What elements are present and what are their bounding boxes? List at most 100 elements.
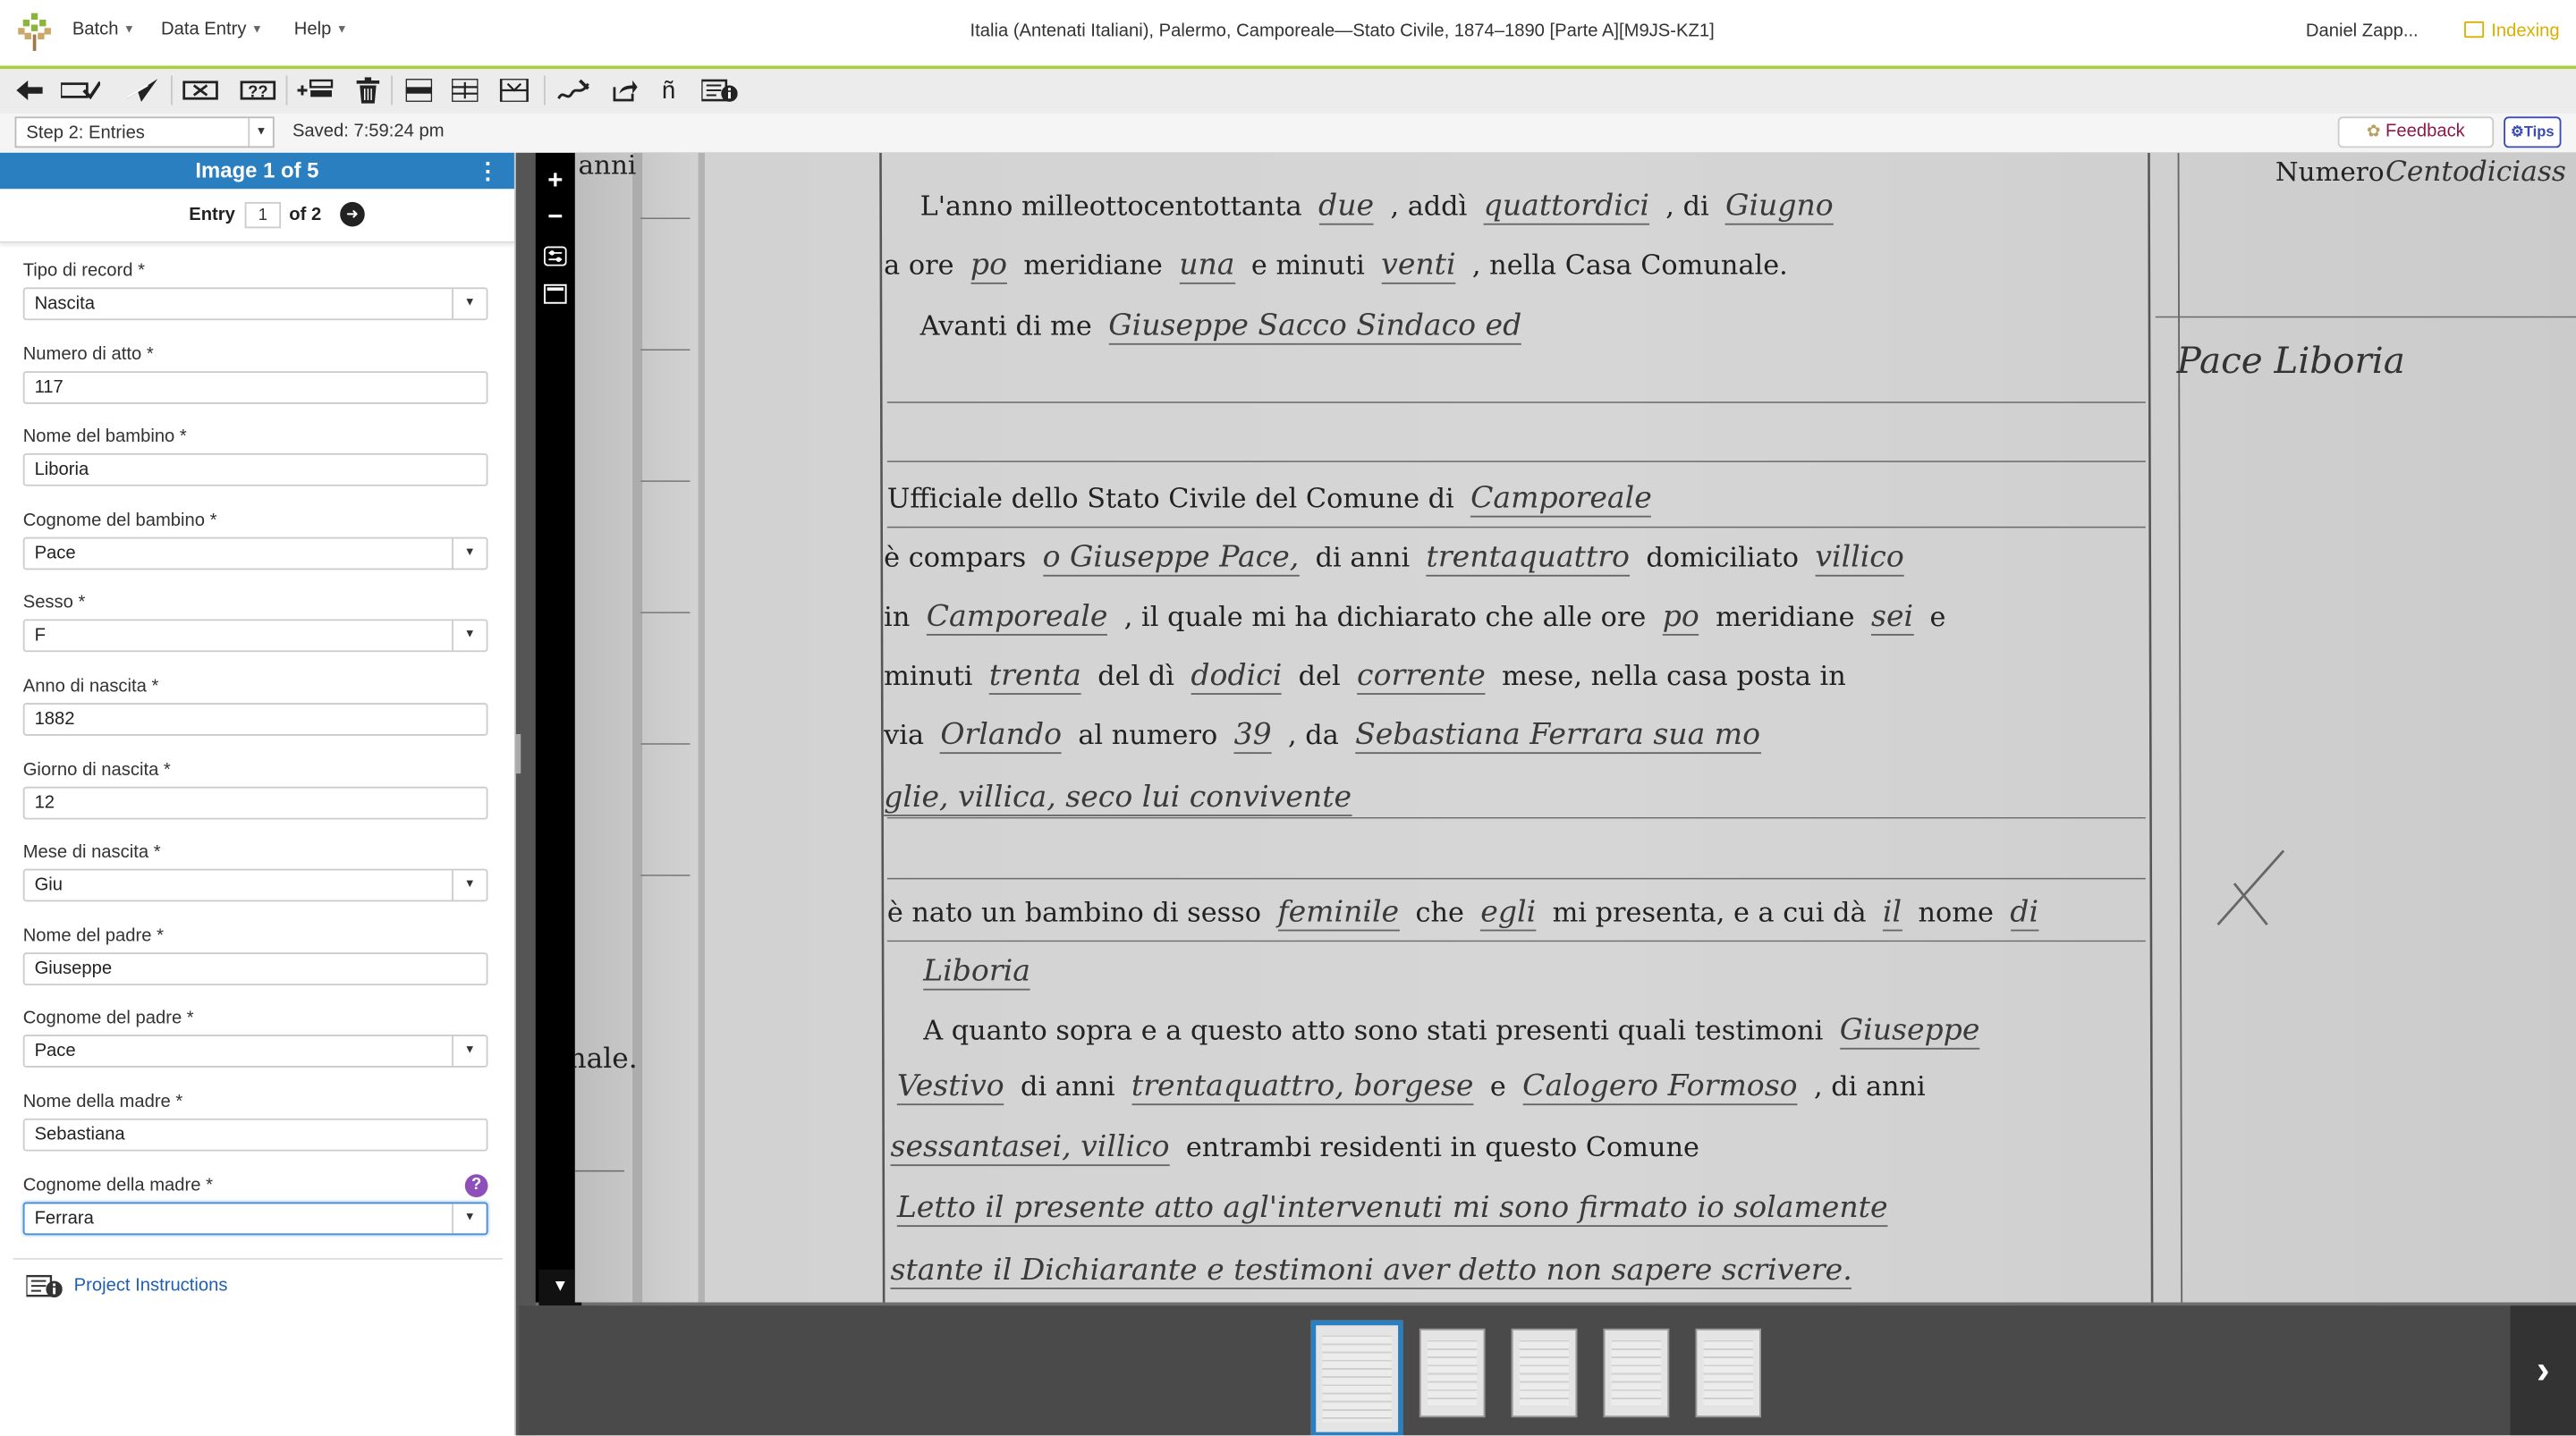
- field-input[interactable]: Ferrara ▼: [22, 1201, 488, 1235]
- insert-row-above-icon[interactable]: [401, 74, 436, 107]
- chevron-down-icon[interactable]: ▼: [452, 1203, 487, 1233]
- handwritten-text: di: [2010, 895, 2039, 932]
- field-input[interactable]: Pace ▼: [22, 1035, 488, 1069]
- zoom-out-icon[interactable]: −: [538, 202, 572, 235]
- field-input[interactable]: Liboria: [22, 453, 488, 487]
- instructions-icon[interactable]: [25, 1274, 63, 1302]
- printed-text: di anni: [1315, 542, 1411, 574]
- field-input[interactable]: Giuseppe: [22, 951, 488, 985]
- image-thumbnail[interactable]: [1695, 1328, 1761, 1418]
- chevron-down-icon[interactable]: ▼: [452, 289, 487, 319]
- step-select[interactable]: Step 2: Entries ▼: [14, 116, 275, 148]
- handwritten-text: Giuseppe: [1839, 1013, 1980, 1050]
- document-line: Avanti di me Giuseppe Sacco Sindaco ed: [920, 308, 1538, 345]
- printed-text: e: [1929, 601, 1946, 633]
- handwritten-text: Camporeale: [926, 599, 1108, 636]
- toolbar: ?? ñ: [0, 69, 2576, 115]
- zoom-controls: + −: [535, 152, 575, 1303]
- field-input[interactable]: 12: [22, 786, 488, 819]
- chevron-down-icon[interactable]: ▼: [452, 538, 487, 569]
- handwritten-text: villico: [1815, 540, 1904, 577]
- menu-help[interactable]: Help ▼: [294, 20, 348, 39]
- menu-batch-label: Batch: [72, 20, 119, 40]
- handwritten-text: dodici: [1191, 658, 1283, 695]
- trash-icon[interactable]: [350, 74, 386, 107]
- printed-text: e: [1489, 1070, 1506, 1102]
- chevron-down-icon[interactable]: ▼: [452, 621, 487, 652]
- handwritten-text: corrente: [1357, 658, 1486, 695]
- document-image: anni nale. diata Numero Centodiciass Pac…: [574, 152, 2576, 1303]
- feedback-button[interactable]: ✿ Feedback: [2337, 116, 2495, 148]
- next-entry-arrow-icon[interactable]: ➜: [340, 201, 365, 227]
- merge-rows-icon[interactable]: [447, 74, 483, 107]
- field-label: Nome del padre *: [22, 925, 164, 946]
- document-line: Letto il presente atto agl'intervenuti m…: [896, 1190, 1904, 1228]
- signature-icon[interactable]: [555, 74, 591, 107]
- image-thumbnail[interactable]: [1603, 1328, 1670, 1418]
- field-label: Nome della madre *: [22, 1092, 183, 1112]
- field-value: 12: [34, 792, 55, 813]
- menu-data-entry[interactable]: Data Entry ▼: [161, 20, 263, 39]
- image-thumbnail[interactable]: [1310, 1320, 1403, 1436]
- keyboard-check-icon[interactable]: [57, 74, 103, 107]
- field-input[interactable]: 117: [22, 370, 488, 404]
- menu-batch[interactable]: Batch ▼: [72, 20, 135, 39]
- share-icon[interactable]: [606, 74, 642, 107]
- handwritten-text: quattordici: [1483, 189, 1649, 225]
- printed-text: al numero: [1078, 719, 1218, 751]
- handwritten-text: sei: [1870, 599, 1914, 636]
- tips-button[interactable]: ⚙Tips: [2504, 116, 2562, 148]
- feedback-label: Feedback: [2385, 121, 2465, 141]
- handwritten-text: trentaquattro, borgese: [1131, 1069, 1474, 1106]
- field-label: Sesso *: [22, 593, 86, 613]
- zoom-in-icon[interactable]: +: [538, 166, 572, 199]
- n-tilde-icon[interactable]: ñ: [650, 74, 686, 107]
- image-viewer[interactable]: + − ▼ anni nale. Numero Centodiciass Pac…: [515, 152, 2576, 1436]
- chevron-down-icon[interactable]: ▼: [452, 1036, 487, 1067]
- fit-to-window-icon[interactable]: [538, 281, 572, 314]
- printed-text: nome: [1918, 896, 1994, 928]
- field-help-question-icon[interactable]: ?: [464, 1174, 488, 1197]
- document-line: è nato un bambino di sesso feminile che egl…: [887, 895, 2055, 932]
- submit-plane-icon[interactable]: [122, 74, 161, 107]
- printed-text: di anni: [1021, 1070, 1115, 1102]
- field-label: Giorno di nascita *: [22, 759, 171, 780]
- printed-text: via: [884, 719, 925, 751]
- familysearch-tree-logo[interactable]: [16, 12, 52, 55]
- field-value: Ferrara: [34, 1208, 94, 1229]
- blank-entry-icon[interactable]: [181, 74, 220, 107]
- chevron-down-icon[interactable]: ▼: [452, 870, 487, 900]
- handwritten-text: glie, villica, seco lui convivente: [884, 780, 1352, 816]
- image-thumbnail[interactable]: [1511, 1328, 1578, 1418]
- more-options-icon[interactable]: ⋮: [477, 159, 500, 182]
- field-help-icon[interactable]: [699, 74, 739, 107]
- filmstrip-next-chevron-icon[interactable]: ›: [2510, 1305, 2576, 1436]
- handwritten-text: Vestivo: [896, 1069, 1004, 1106]
- entry-label: Entry: [189, 205, 235, 225]
- project-instructions-link[interactable]: Project Instructions: [74, 1276, 228, 1296]
- entry-number-input[interactable]: 1: [244, 201, 282, 229]
- resize-handle[interactable]: [515, 734, 521, 774]
- field-input[interactable]: 1882: [22, 703, 488, 736]
- image-thumbnail[interactable]: [1419, 1328, 1486, 1418]
- split-rows-icon[interactable]: [496, 74, 532, 107]
- field-input[interactable]: Sebastiana: [22, 1118, 488, 1152]
- printed-text: che: [1415, 896, 1464, 928]
- user-menu[interactable]: Daniel Zapp...: [2306, 21, 2419, 41]
- field-input[interactable]: Nascita ▼: [22, 287, 488, 321]
- printed-text: , da: [1288, 719, 1339, 751]
- field-input[interactable]: Pace ▼: [22, 536, 488, 570]
- field-input[interactable]: F ▼: [22, 620, 488, 653]
- field-input[interactable]: Giu ▼: [22, 868, 488, 902]
- adjust-image-icon[interactable]: [538, 243, 572, 276]
- entry-navigator: Entry 1 of 2 ➜: [0, 189, 514, 243]
- document-title: Italia (Antenati Italiani), Palermo, Cam…: [970, 21, 1715, 41]
- unreadable-entry-icon[interactable]: ??: [238, 74, 277, 107]
- back-arrow-icon[interactable]: [12, 74, 47, 107]
- printed-text: , di anni: [1813, 1070, 1926, 1102]
- saved-status: Saved: 7:59:24 pm: [292, 121, 445, 141]
- panel-resize-strip[interactable]: [515, 152, 536, 1436]
- add-row-icon[interactable]: [296, 74, 335, 107]
- document-line: Vestivo di anni trentaquattro, borgese e Cal…: [896, 1069, 1942, 1106]
- indexing-mode-link[interactable]: Indexing: [2464, 21, 2560, 41]
